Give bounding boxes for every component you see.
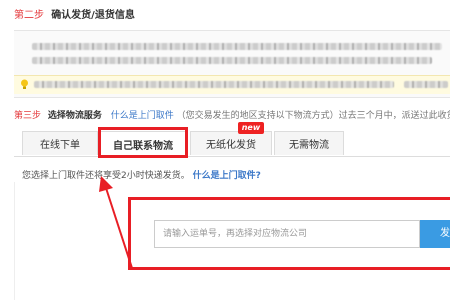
blurred-tip-link — [404, 81, 448, 88]
step2-number: 第二步 — [14, 10, 44, 21]
tab-self-contact-logistics[interactable]: 自己联系物流 — [100, 131, 186, 157]
step2-title: 确认发货/退货信息 — [51, 10, 135, 21]
what-is-pickup-link[interactable]: 什么是上门取件 — [111, 111, 174, 121]
step3-note: （您交易发生的地区支持以下物流方式）过去三个月中，派送过此收货 — [176, 111, 450, 121]
logistics-page: 第二步 确认发货/退货信息 第三步 选择物流服务 什么是上门取件 （您交易发生的… — [0, 0, 450, 300]
tab-no-logistics[interactable]: 无需物流 — [274, 131, 344, 155]
what-is-pickup-info-link[interactable]: 什么是上门取件? — [193, 171, 261, 181]
tracking-number-input[interactable] — [154, 220, 420, 248]
address-info-block — [14, 30, 450, 98]
tab-online-order[interactable]: 在线下单 — [22, 131, 98, 155]
address-tip-bar — [14, 75, 450, 94]
new-badge: new — [238, 122, 264, 134]
pickup-info-text: 您选择上门取件还将享受2小时快递发货。 — [22, 171, 190, 181]
ship-button[interactable]: 发 — [420, 220, 450, 248]
step2-header: 第二步 确认发货/退货信息 — [14, 10, 135, 22]
blurred-tip-text — [34, 81, 394, 88]
lightbulb-icon — [21, 79, 28, 89]
step3-title: 选择物流服务 — [47, 111, 102, 121]
pickup-info-line: 您选择上门取件还将享受2小时快递发货。 什么是上门取件? — [22, 168, 261, 181]
blurred-address-line — [32, 57, 432, 64]
logistics-tabs: 在线下单 自己联系物流 无纸化发货 无需物流 — [22, 131, 450, 157]
blurred-address-line — [32, 43, 442, 50]
tab-paperless-shipping[interactable]: 无纸化发货 — [190, 131, 272, 155]
step3-number: 第三步 — [14, 111, 42, 121]
panel-border — [14, 182, 15, 300]
step3-header: 第三步 选择物流服务 什么是上门取件 （您交易发生的地区支持以下物流方式）过去三… — [14, 110, 450, 122]
